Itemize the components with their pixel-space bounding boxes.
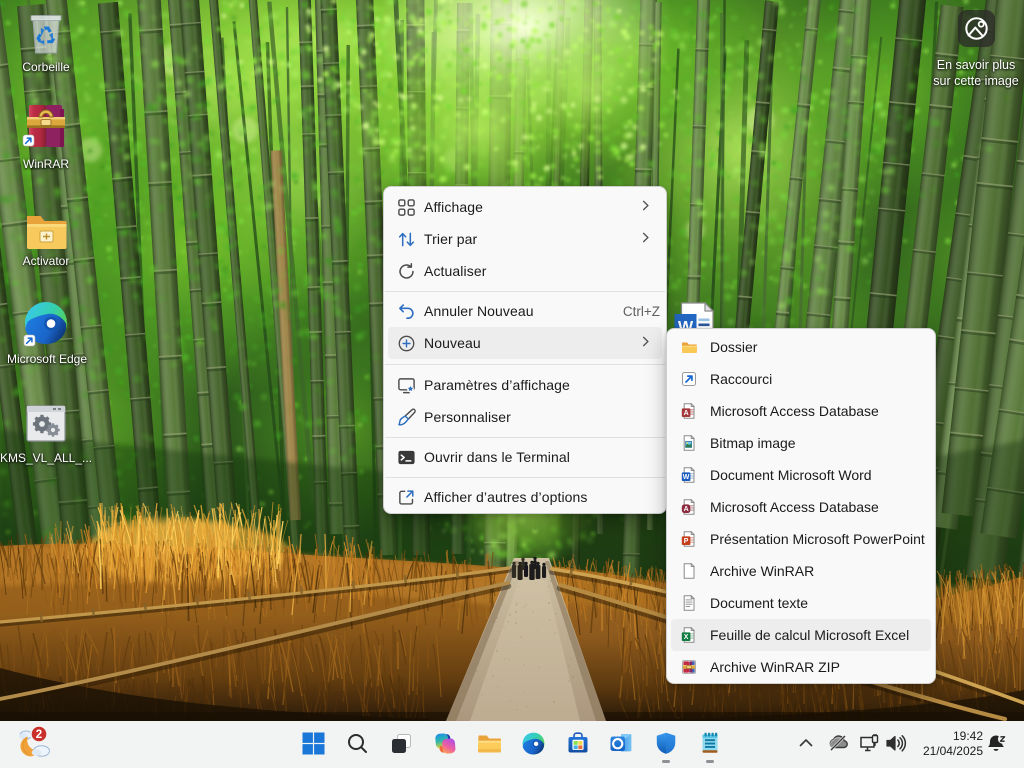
svg-text:A: A bbox=[684, 506, 689, 513]
svg-text:X: X bbox=[684, 634, 689, 641]
svg-text:W: W bbox=[683, 474, 690, 481]
svg-text:A: A bbox=[684, 410, 689, 417]
svg-text:P: P bbox=[684, 538, 689, 545]
svg-text:2: 2 bbox=[36, 729, 42, 741]
